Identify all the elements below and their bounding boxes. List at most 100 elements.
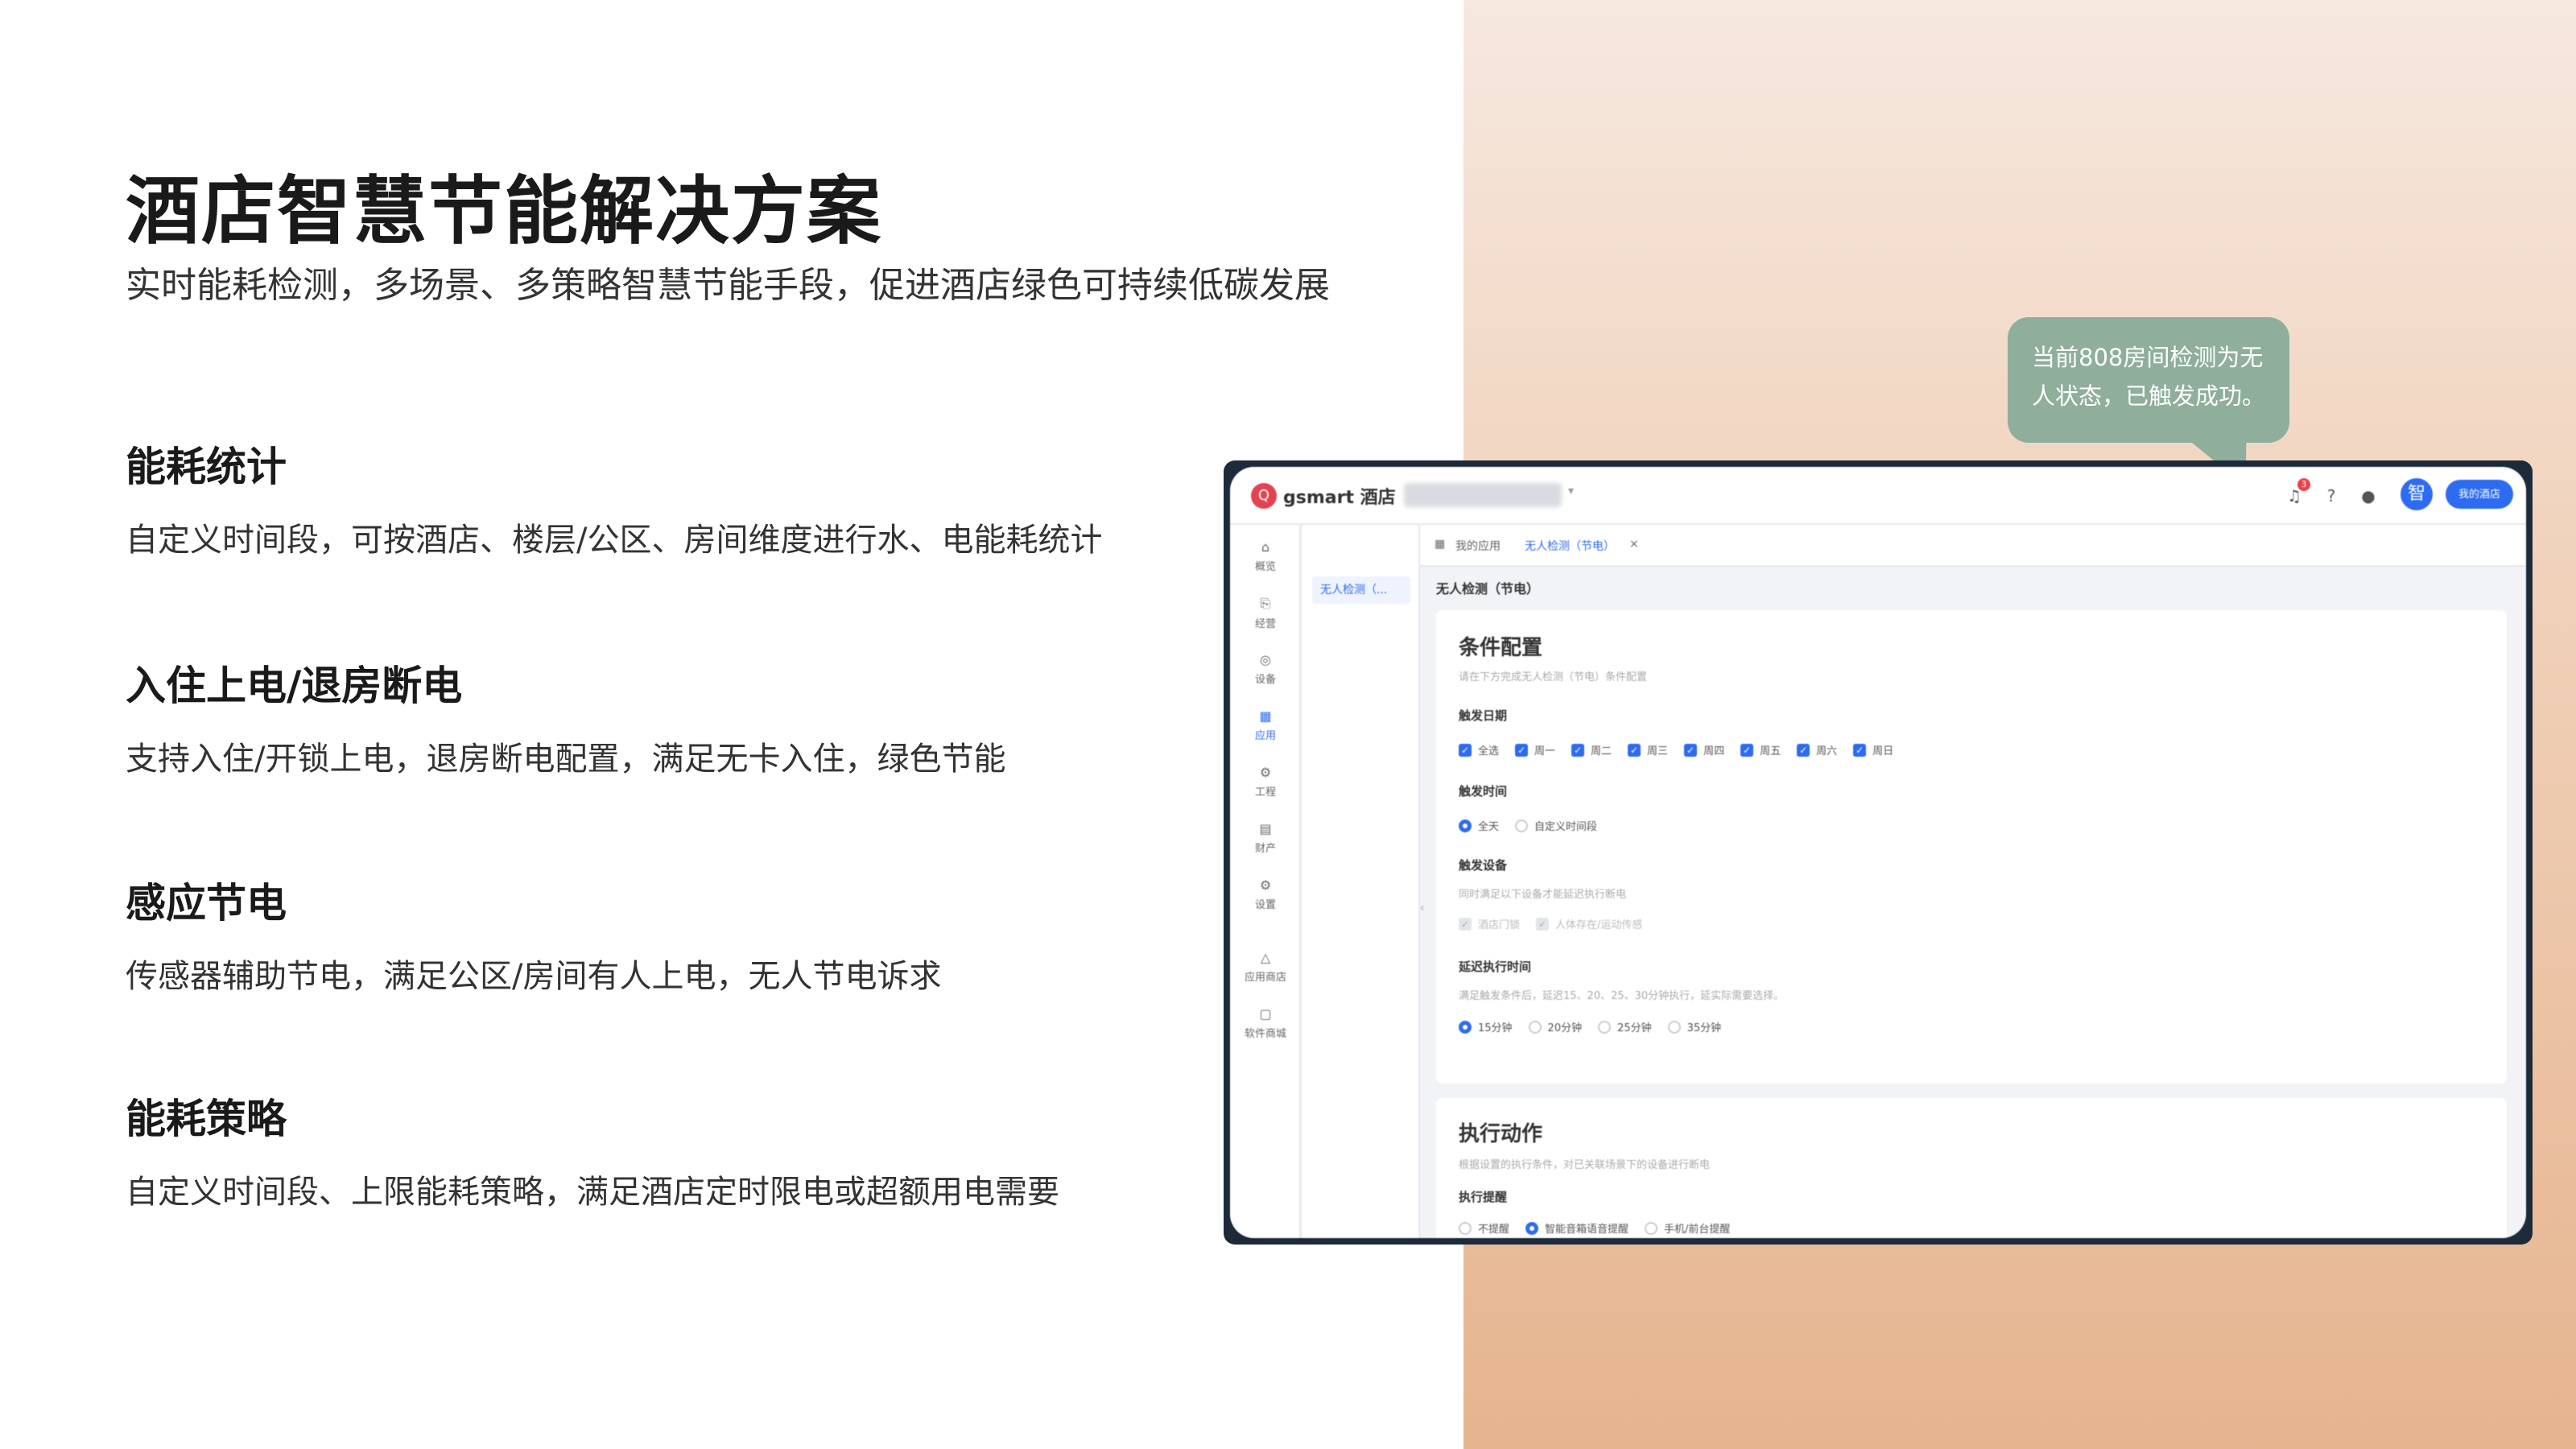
trigger-date-options: ✓ 全选 ✓ 周一 ✓ 周二 ✓ 周三 ✓ 周四 ✓ 周五 ✓ 周六 ✓ 周日 bbox=[1459, 742, 1893, 758]
check-icon: ✓ bbox=[1684, 743, 1698, 757]
checkbox-all[interactable]: ✓ 全选 bbox=[1459, 742, 1499, 758]
radio-custom-time[interactable]: 自定义时间段 bbox=[1515, 818, 1597, 833]
trigger-time-options: 全天 自定义时间段 bbox=[1459, 818, 1597, 833]
check-icon: ✓ bbox=[1853, 743, 1867, 757]
app-window: Q gsmart 酒店 ▾ ♫ 3 ? ● 智 我的酒店 ⌂ 概览 ⎘ 经营 ◎ 设备… bbox=[1230, 467, 2526, 1238]
trigger-date-label: 触发日期 bbox=[1459, 708, 1508, 723]
tab-bar: ▦ 我的应用 无人检测（节电） × bbox=[1420, 525, 2526, 567]
checkbox-sat[interactable]: ✓ 周六 bbox=[1797, 742, 1837, 758]
trigger-device-options: ✓ 酒店门锁 ✓ 人体存在/运动传感 bbox=[1459, 916, 1642, 931]
page-title: 无人检测（节电） bbox=[1436, 581, 1540, 597]
sidebar-item-assets[interactable]: ▤ 财产 bbox=[1230, 821, 1301, 855]
checkbox-fri[interactable]: ✓ 周五 bbox=[1740, 742, 1781, 758]
sidebar-item-settings[interactable]: ⚙ 设置 bbox=[1230, 877, 1301, 911]
globe-icon[interactable]: ● bbox=[2359, 486, 2378, 506]
my-hotel-button[interactable]: 我的酒店 bbox=[2446, 480, 2513, 509]
feature-heading: 入住上电/退房断电 bbox=[126, 663, 463, 709]
trigger-time-label: 触发时间 bbox=[1459, 784, 1508, 799]
home-icon: ⌂ bbox=[1261, 539, 1270, 555]
delay-label: 延迟执行时间 bbox=[1459, 960, 1532, 974]
feature-text: 自定义时间段、上限能耗策略，满足酒店定时限电或超额用电需要 bbox=[126, 1174, 1059, 1211]
device-icon: ◎ bbox=[1260, 652, 1271, 667]
radio-25min[interactable]: 25分钟 bbox=[1598, 1019, 1652, 1034]
status-bubble: 当前808房间检测为无人状态，已触发成功。 bbox=[2008, 317, 2289, 443]
sidebar-item-software-mall[interactable]: ▢ 软件商城 bbox=[1230, 1006, 1301, 1040]
card-desc: 请在下方完成无人检测（节电）条件配置 bbox=[1459, 671, 1648, 683]
check-icon: ✓ bbox=[1515, 743, 1529, 757]
app-topbar: Q gsmart 酒店 ▾ ♫ 3 ? ● 智 我的酒店 bbox=[1230, 467, 2526, 525]
sidebar-item-apps[interactable]: ▦ 应用 bbox=[1230, 708, 1301, 742]
check-icon: ✓ bbox=[1536, 917, 1550, 931]
condition-config-card: 条件配置 请在下方完成无人检测（节电）条件配置 触发日期 ✓ 全选 ✓ 周一 ✓ 周二… bbox=[1436, 610, 2507, 1084]
grid-icon: ▦ bbox=[1435, 538, 1446, 551]
feature-heading: 感应节电 bbox=[126, 880, 287, 927]
logo-text: gsmart 酒店 bbox=[1283, 488, 1396, 508]
collapse-icon[interactable]: ‹ bbox=[1420, 902, 1425, 914]
feature-sensor-saving: 感应节电 传感器辅助节电，满足公区/房间有人上电，无人节电诉求 bbox=[126, 871, 1333, 997]
feature-energy-policy: 能耗策略 自定义时间段、上限能耗策略，满足酒店定时限电或超额用电需要 bbox=[126, 1087, 1333, 1212]
avatar[interactable]: 智 bbox=[2401, 478, 2433, 510]
feature-text: 自定义时间段，可按酒店、楼层/公区、房间维度进行水、电能耗统计 bbox=[126, 522, 1103, 559]
radio-no-remind[interactable]: 不提醒 bbox=[1459, 1220, 1509, 1236]
check-icon: ✓ bbox=[1459, 917, 1472, 931]
checkbox-motion-sensor[interactable]: ✓ 人体存在/运动传感 bbox=[1536, 916, 1642, 931]
remind-label: 执行提醒 bbox=[1459, 1190, 1508, 1204]
grid-icon: ▦ bbox=[1259, 708, 1272, 724]
delay-options: 15分钟 20分钟 25分钟 35分钟 bbox=[1459, 1019, 1721, 1034]
chevron-down-icon: ▾ bbox=[1568, 485, 1575, 497]
sidebar-item-engineering[interactable]: ⚙ 工程 bbox=[1230, 765, 1301, 799]
checkbox-thu[interactable]: ✓ 周四 bbox=[1684, 742, 1724, 758]
help-icon[interactable]: ? bbox=[2322, 486, 2341, 506]
radio-15min[interactable]: 15分钟 bbox=[1459, 1019, 1513, 1034]
feature-energy-stats: 能耗统计 自定义时间段，可按酒店、楼层/公区、房间维度进行水、电能耗统计 bbox=[126, 435, 1333, 560]
check-icon: ✓ bbox=[1797, 743, 1810, 757]
feature-heading: 能耗统计 bbox=[126, 444, 287, 490]
radio-phone-remind[interactable]: 手机/前台提醒 bbox=[1645, 1220, 1730, 1236]
slide-subtitle: 实时能耗检测，多场景、多策略智慧节能手段，促进酒店绿色可持续低碳发展 bbox=[126, 265, 1330, 306]
hotel-selector[interactable] bbox=[1404, 483, 1562, 507]
delay-desc: 满足触发条件后，延迟15、20、25、30分钟执行，延实际需要选择。 bbox=[1459, 990, 1785, 1002]
checkbox-sun[interactable]: ✓ 周日 bbox=[1853, 742, 1893, 758]
remind-options: 不提醒 智能音箱语音提醒 手机/前台提醒 bbox=[1459, 1220, 1730, 1236]
notification-badge: 3 bbox=[2297, 478, 2310, 491]
logo-icon: Q bbox=[1251, 483, 1277, 509]
feature-text: 传感器辅助节电，满足公区/房间有人上电，无人节电诉求 bbox=[126, 958, 942, 995]
feature-heading: 能耗策略 bbox=[126, 1096, 287, 1142]
checkbox-door-lock[interactable]: ✓ 酒店门锁 bbox=[1459, 916, 1520, 931]
trigger-device-desc: 同时满足以下设备才能延迟执行断电 bbox=[1459, 889, 1627, 901]
sidebar-item-business[interactable]: ⎘ 经营 bbox=[1230, 596, 1301, 630]
sidebar-item-overview[interactable]: ⌂ 概览 bbox=[1230, 539, 1301, 573]
sidebar-item-devices[interactable]: ◎ 设备 bbox=[1230, 652, 1301, 686]
sidebar-item-app-store[interactable]: △ 应用商店 bbox=[1230, 950, 1301, 984]
app-sidebar: ⌂ 概览 ⎘ 经营 ◎ 设备 ▦ 应用 ⚙ 工程 ▤ 财产 ⚙ 设置 △ 应用商店 ▢ 软件商城 bbox=[1230, 525, 1301, 1238]
card-title: 执行动作 bbox=[1459, 1122, 1543, 1146]
close-icon[interactable]: × bbox=[1629, 538, 1639, 551]
document-icon: ⎘ bbox=[1260, 596, 1271, 611]
checkbox-mon[interactable]: ✓ 周一 bbox=[1515, 742, 1555, 758]
bag-icon: ▢ bbox=[1259, 1006, 1272, 1022]
check-icon: ✓ bbox=[1740, 743, 1754, 757]
check-icon: ✓ bbox=[1571, 743, 1585, 757]
card-title: 条件配置 bbox=[1459, 636, 1543, 660]
app-subnav: 无人检测（... bbox=[1302, 525, 1420, 1238]
radio-speaker-remind[interactable]: 智能音箱语音提醒 bbox=[1525, 1220, 1629, 1236]
check-icon: ✓ bbox=[1459, 743, 1472, 757]
store-icon: △ bbox=[1260, 950, 1271, 965]
checkbox-tue[interactable]: ✓ 周二 bbox=[1571, 742, 1612, 758]
app-screenshot-frame: Q gsmart 酒店 ▾ ♫ 3 ? ● 智 我的酒店 ⌂ 概览 ⎘ 经营 ◎ 设备… bbox=[1224, 460, 2533, 1245]
card-desc: 根据设置的执行条件，对已关联场景下的设备进行断电 bbox=[1459, 1159, 1711, 1171]
trigger-device-label: 触发设备 bbox=[1459, 858, 1508, 873]
subnav-item-unoccupied-detection[interactable]: 无人检测（... bbox=[1312, 576, 1410, 604]
checkbox-wed[interactable]: ✓ 周三 bbox=[1628, 742, 1668, 758]
feature-text: 支持入住/开锁上电，退房断电配置，满足无卡入住，绿色节能 bbox=[126, 741, 1006, 778]
wrench-icon: ⚙ bbox=[1259, 765, 1272, 780]
gear-icon: ⚙ bbox=[1259, 877, 1272, 893]
radio-all-day[interactable]: 全天 bbox=[1459, 818, 1499, 833]
action-card: 执行动作 根据设置的执行条件，对已关联场景下的设备进行断电 执行提醒 不提醒 智… bbox=[1436, 1098, 2507, 1238]
radio-20min[interactable]: 20分钟 bbox=[1528, 1019, 1582, 1034]
radio-35min[interactable]: 35分钟 bbox=[1667, 1019, 1721, 1034]
tab-my-apps[interactable]: 我的应用 bbox=[1455, 538, 1501, 554]
slide-title: 酒店智慧节能解决方案 bbox=[126, 168, 883, 254]
box-icon: ▤ bbox=[1259, 821, 1272, 836]
tab-unoccupied-detection[interactable]: 无人检测（节电） bbox=[1525, 538, 1615, 554]
